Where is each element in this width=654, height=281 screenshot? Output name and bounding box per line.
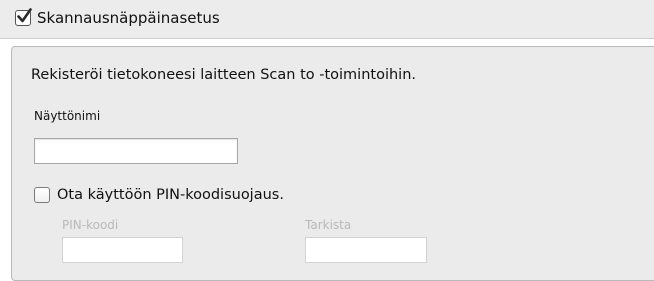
scan-key-settings-header: Skannausnäppäinasetus [0,0,654,39]
verify-pin-label: Tarkista [305,218,352,232]
pin-code-input[interactable] [62,237,183,263]
register-description: Rekisteröi tietokoneesi laitteen Scan to… [31,67,416,83]
display-name-label: Näyttönimi [34,109,101,123]
checkmark-icon [17,8,32,23]
enable-pin-checkbox[interactable] [34,187,50,203]
verify-pin-input[interactable] [305,237,427,263]
scan-key-settings-title: Skannausnäppäinasetus [37,9,220,27]
pin-code-label: PIN-koodi [62,218,119,232]
scan-key-settings-checkbox[interactable] [15,8,32,26]
display-name-input[interactable] [34,138,238,164]
enable-pin-label[interactable]: Ota käyttöön PIN-koodisuojaus. [57,186,284,204]
scan-key-settings-panel: Rekisteröi tietokoneesi laitteen Scan to… [11,46,654,281]
